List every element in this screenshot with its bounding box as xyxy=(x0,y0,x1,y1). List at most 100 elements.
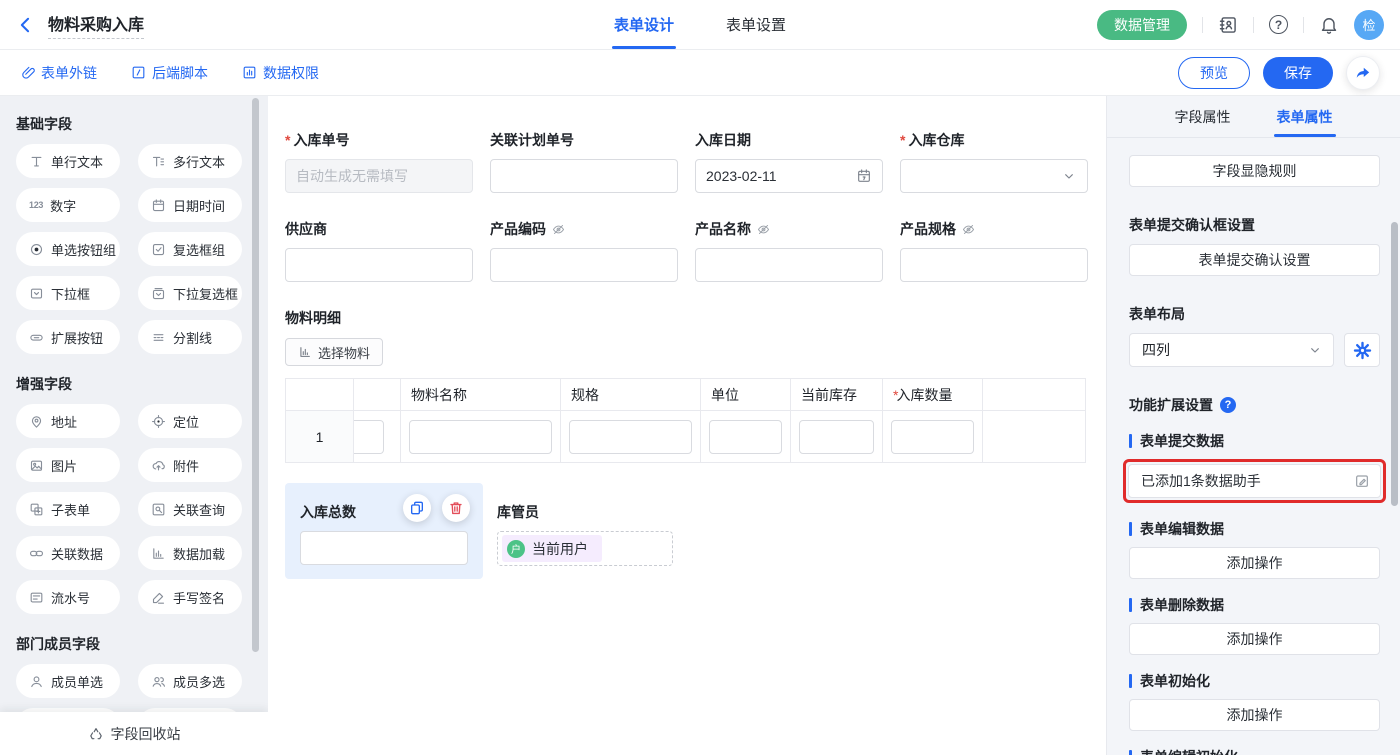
field-recycle-bin[interactable]: 字段回收站 xyxy=(0,712,268,755)
submit-confirm-title: 表单提交确认框设置 xyxy=(1129,215,1380,235)
configured-action-box[interactable]: 已添加1条数据助手 xyxy=(1128,464,1381,498)
copy-field-icon[interactable] xyxy=(403,494,431,522)
back-button[interactable] xyxy=(16,15,36,35)
field-chip-子表单[interactable]: 子表单 xyxy=(16,492,120,526)
field-chip-分割线[interactable]: 分割线 xyxy=(138,320,242,354)
sidebar-scrollbar[interactable] xyxy=(252,98,259,652)
toolbar-link-label: 表单外链 xyxy=(41,63,97,83)
select-material-button[interactable]: 选择物料 xyxy=(285,338,383,366)
avatar[interactable]: 检 xyxy=(1354,10,1384,40)
cell-input[interactable] xyxy=(891,420,974,454)
tab-表单设置[interactable]: 表单设置 xyxy=(726,0,786,49)
form-field-row: 供应商产品编码产品名称产品规格 xyxy=(285,219,1088,282)
layout-select[interactable]: 四列 xyxy=(1129,333,1334,367)
form-field-入库单号[interactable]: *入库单号自动生成无需填写 xyxy=(285,130,473,193)
field-chip-地址[interactable]: 地址 xyxy=(16,404,120,438)
sidebar-group: 基础字段单行文本多行文本123数字日期时间单选按钮组复选框组下拉框下拉复选框扩展… xyxy=(16,114,268,354)
toolbar-link-数据权限[interactable]: 数据权限 xyxy=(242,63,319,83)
extensions-help-icon[interactable]: ? xyxy=(1220,397,1236,413)
subform-table: 物料名称规格单位当前库存*入库数量1 xyxy=(285,378,1086,463)
help-icon[interactable]: ? xyxy=(1269,15,1288,34)
field-chip-图片[interactable]: 图片 xyxy=(16,448,120,482)
panel-tab-字段属性[interactable]: 字段属性 xyxy=(1175,96,1231,137)
field-chip-数字[interactable]: 123数字 xyxy=(16,188,120,222)
panel-tab-label: 字段属性 xyxy=(1175,107,1231,127)
text-input[interactable] xyxy=(490,248,678,282)
page-title[interactable]: 物料采购入库 xyxy=(48,11,144,39)
recycle-icon xyxy=(88,726,104,742)
submit-confirm-button[interactable]: 表单提交确认设置 xyxy=(1129,244,1380,276)
field-chip-单行文本[interactable]: 单行文本 xyxy=(16,144,120,178)
visibility-rules-button[interactable]: 字段显隐规则 xyxy=(1129,155,1380,187)
subform-cell xyxy=(401,411,561,463)
field-chip-复选框组[interactable]: 复选框组 xyxy=(138,232,242,266)
toolbar-link-表单外链[interactable]: 表单外链 xyxy=(20,63,97,83)
field-chip-下拉框[interactable]: 下拉框 xyxy=(16,276,120,310)
field-chip-手写签名[interactable]: 手写签名 xyxy=(138,580,242,614)
add-action-button[interactable]: 添加操作 xyxy=(1129,699,1380,731)
total-input[interactable] xyxy=(300,531,468,565)
current-user-tag[interactable]: 户 当前用户 xyxy=(502,535,602,562)
save-button[interactable]: 保存 xyxy=(1263,57,1333,89)
layout-gear-icon[interactable] xyxy=(1344,333,1380,367)
form-field-产品名称[interactable]: 产品名称 xyxy=(695,219,883,282)
field-chip-成员单选[interactable]: 成员单选 xyxy=(16,664,120,698)
cell-input[interactable] xyxy=(409,420,552,454)
field-chip-定位[interactable]: 定位 xyxy=(138,404,242,438)
form-field-入库日期[interactable]: 入库日期 2023-02-11 xyxy=(695,130,883,193)
cell-input[interactable] xyxy=(799,420,874,454)
share-icon[interactable] xyxy=(1346,56,1380,90)
data-manage-button[interactable]: 数据管理 xyxy=(1097,10,1187,40)
field-chip-数据加载[interactable]: 数据加载 xyxy=(138,536,242,570)
form-field-入库仓库[interactable]: *入库仓库 xyxy=(900,130,1088,193)
cell-input[interactable] xyxy=(709,420,782,454)
delete-field-icon[interactable] xyxy=(442,494,470,522)
field-chip-label: 下拉复选框 xyxy=(173,284,238,303)
form-field-产品规格[interactable]: 产品规格 xyxy=(900,219,1088,282)
toolbar-link-后端脚本[interactable]: 后端脚本 xyxy=(131,63,208,83)
app-root: 物料采购入库 表单设计 表单设置 数据管理 ? 检 表单外链 后端脚本 数据权限 预览… xyxy=(0,0,1400,755)
text-input[interactable] xyxy=(285,248,473,282)
field-chip-扩展按钮[interactable]: 扩展按钮 xyxy=(16,320,120,354)
field-chip-日期时间[interactable]: 日期时间 xyxy=(138,188,242,222)
field-chip-附件[interactable]: 附件 xyxy=(138,448,242,482)
field-chip-label: 单行文本 xyxy=(51,152,103,171)
select-input[interactable] xyxy=(900,159,1088,193)
field-chip-关联查询[interactable]: 关联查询 xyxy=(138,492,242,526)
field-label: 入库日期 xyxy=(695,130,883,150)
field-chip-流水号[interactable]: 流水号 xyxy=(16,580,120,614)
subform-cell xyxy=(561,411,701,463)
address-book-icon[interactable] xyxy=(1218,15,1238,35)
form-field-关联计划单号[interactable]: 关联计划单号 xyxy=(490,130,678,193)
date-input[interactable]: 2023-02-11 xyxy=(695,159,883,193)
add-action-button[interactable]: 添加操作 xyxy=(1129,547,1380,579)
lookup-icon xyxy=(151,502,166,517)
panel-scrollbar[interactable] xyxy=(1391,222,1398,506)
manager-value-box[interactable]: 户 当前用户 xyxy=(497,531,673,566)
field-chip-单选按钮组[interactable]: 单选按钮组 xyxy=(16,232,120,266)
form-field-供应商[interactable]: 供应商 xyxy=(285,219,473,282)
field-chip-下拉复选框[interactable]: 下拉复选框 xyxy=(138,276,242,310)
tab-表单设计[interactable]: 表单设计 xyxy=(614,0,674,49)
bell-icon[interactable] xyxy=(1319,15,1339,35)
extension-section-title: 表单初始化 xyxy=(1129,671,1380,691)
field-chip-多行文本[interactable]: 多行文本 xyxy=(138,144,242,178)
text-input[interactable] xyxy=(490,159,678,193)
preview-button[interactable]: 预览 xyxy=(1178,57,1250,89)
text-input[interactable] xyxy=(695,248,883,282)
form-layout-title: 表单布局 xyxy=(1129,304,1380,324)
subform-column-header xyxy=(983,379,1086,411)
selected-field-total[interactable]: 入库总数 xyxy=(285,483,483,579)
panel-tab-表单属性[interactable]: 表单属性 xyxy=(1277,96,1333,137)
field-chip-关联数据[interactable]: 关联数据 xyxy=(16,536,120,570)
form-field-产品编码[interactable]: 产品编码 xyxy=(490,219,678,282)
field-chip-成员多选[interactable]: 成员多选 xyxy=(138,664,242,698)
text-input[interactable] xyxy=(900,248,1088,282)
cell-input[interactable] xyxy=(354,420,385,454)
manager-field[interactable]: 库管员 户 当前用户 xyxy=(497,483,673,579)
add-action-button[interactable]: 添加操作 xyxy=(1129,623,1380,655)
sidebar-group-title: 部门成员字段 xyxy=(16,634,268,654)
location-icon xyxy=(151,414,166,429)
edit-icon[interactable] xyxy=(1354,473,1370,489)
cell-input[interactable] xyxy=(569,420,692,454)
